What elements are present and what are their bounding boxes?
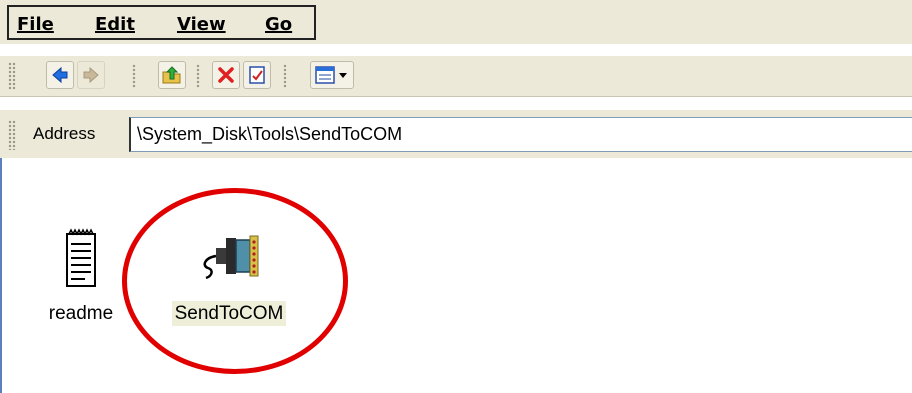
- back-button[interactable]: [46, 61, 74, 89]
- menu-view[interactable]: View: [177, 14, 226, 35]
- forward-icon: [83, 66, 99, 84]
- up-folder-icon: [162, 66, 181, 84]
- menu-file[interactable]: File: [17, 14, 54, 35]
- delete-button[interactable]: [212, 61, 240, 89]
- view-mode-icon: [315, 66, 335, 84]
- menu-edit[interactable]: Edit: [95, 14, 135, 35]
- chevron-down-icon: [339, 73, 347, 78]
- highlight-circle: [122, 188, 348, 374]
- toolbar: [0, 55, 912, 97]
- address-input[interactable]: \System_Disk\Tools\SendToCOM: [129, 117, 912, 152]
- view-mode-button[interactable]: [310, 61, 354, 89]
- text-document-icon: [66, 228, 96, 287]
- toolbar-separator: [132, 64, 136, 88]
- properties-button[interactable]: [243, 61, 271, 89]
- toolbar-separator: [283, 64, 287, 88]
- content-left-border: [0, 158, 2, 393]
- file-item-readme[interactable]: readme: [36, 228, 126, 325]
- delete-icon: [218, 67, 234, 83]
- address-grip[interactable]: [8, 120, 16, 150]
- address-label: Address: [33, 124, 96, 143]
- toolbar-separator: [196, 64, 200, 88]
- back-icon: [52, 66, 68, 84]
- toolbar-grip[interactable]: [8, 62, 16, 90]
- menu-bar: File Edit View Go: [0, 0, 912, 44]
- file-label: readme: [48, 303, 114, 324]
- address-bar: Address \System_Disk\Tools\SendToCOM: [0, 110, 912, 158]
- menu-group: File Edit View Go: [7, 5, 316, 40]
- menu-go[interactable]: Go: [265, 14, 292, 35]
- forward-button[interactable]: [77, 61, 105, 89]
- properties-icon: [249, 66, 265, 84]
- up-folder-button[interactable]: [158, 61, 186, 89]
